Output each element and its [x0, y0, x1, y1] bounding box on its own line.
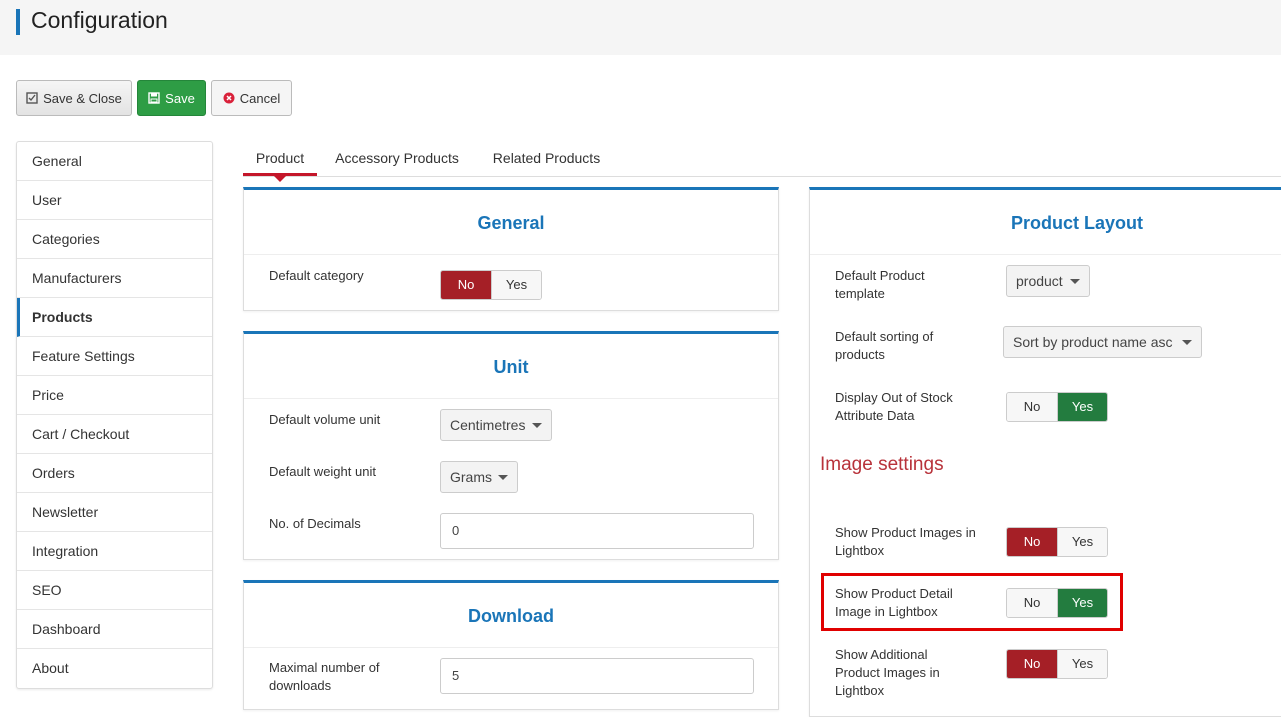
product-layout-panel: Product Layout Default Product template …	[809, 187, 1281, 717]
download-panel: Download Maximal number of downloads 5	[243, 580, 779, 710]
tab-bar: Product Accessory Products Related Produ…	[243, 140, 1281, 182]
save-close-icon	[26, 92, 38, 104]
weight-unit-select[interactable]: Grams	[440, 461, 518, 493]
unit-panel: Unit Default volume unit Centimetres Def…	[243, 331, 779, 560]
tab-product[interactable]: Product	[243, 140, 317, 182]
toggle-no-option[interactable]: No	[1007, 528, 1057, 556]
default-category-label: Default category	[269, 268, 364, 283]
sidebar-item-general[interactable]: General	[17, 142, 212, 181]
toggle-no-option[interactable]: No	[1007, 650, 1057, 678]
tab-related-products[interactable]: Related Products	[483, 140, 610, 176]
unit-panel-title: Unit	[493, 357, 529, 377]
general-panel: General Default category No Yes	[243, 187, 779, 311]
cancel-label: Cancel	[239, 90, 281, 106]
out-of-stock-label: Display Out of Stock Attribute Data	[835, 390, 953, 423]
chevron-down-icon	[498, 475, 508, 480]
sorting-value: Sort by product name asc	[1013, 334, 1173, 350]
volume-unit-value: Centimetres	[450, 417, 526, 433]
toggle-yes-option[interactable]: Yes	[1057, 528, 1107, 556]
panel-divider	[244, 647, 778, 648]
save-icon	[148, 92, 160, 104]
cancel-icon	[223, 92, 235, 104]
tab-accessory-products[interactable]: Accessory Products	[327, 140, 467, 176]
general-panel-title: General	[477, 213, 545, 233]
highlight-box	[821, 573, 1123, 631]
toggle-yes-option[interactable]: Yes	[1057, 393, 1107, 421]
weight-unit-label: Default weight unit	[269, 464, 376, 479]
save-close-button[interactable]: Save & Close	[16, 80, 132, 116]
save-button[interactable]: Save	[137, 80, 206, 116]
max-downloads-label: Maximal number of downloads	[269, 660, 380, 693]
sidebar-item-newsletter[interactable]: Newsletter	[17, 493, 212, 532]
max-downloads-input[interactable]: 5	[440, 658, 754, 694]
download-panel-title: Download	[468, 606, 554, 626]
decimals-input[interactable]: 0	[440, 513, 754, 549]
sidebar-item-about[interactable]: About	[17, 649, 212, 688]
sidebar-item-products[interactable]: Products	[17, 298, 212, 337]
chevron-down-icon	[1070, 279, 1080, 284]
lightbox-label: Show Product Images in Lightbox	[835, 525, 976, 558]
decimals-label: No. of Decimals	[269, 516, 361, 531]
chevron-down-icon	[532, 423, 542, 428]
save-label: Save	[165, 90, 195, 106]
product-template-select[interactable]: product	[1006, 265, 1090, 297]
additional-lightbox-label: Show Additional Product Images in Lightb…	[835, 647, 940, 698]
lightbox-toggle[interactable]: No Yes	[1006, 527, 1108, 557]
sidebar-item-user[interactable]: User	[17, 181, 212, 220]
title-accent-bar	[16, 9, 20, 35]
volume-unit-select[interactable]: Centimetres	[440, 409, 552, 441]
sidebar-item-cart-checkout[interactable]: Cart / Checkout	[17, 415, 212, 454]
sorting-select[interactable]: Sort by product name asc	[1003, 326, 1202, 358]
toggle-yes-option[interactable]: Yes	[1057, 650, 1107, 678]
save-close-label: Save & Close	[43, 90, 122, 106]
volume-unit-label: Default volume unit	[269, 412, 381, 427]
sidebar-item-seo[interactable]: SEO	[17, 571, 212, 610]
sorting-label: Default sorting of products	[835, 329, 934, 362]
page-header: Configuration	[0, 0, 1281, 55]
page-title: Configuration	[31, 7, 168, 33]
product-layout-panel-title: Product Layout	[1010, 213, 1143, 233]
sidebar-item-integration[interactable]: Integration	[17, 532, 212, 571]
toggle-yes-option[interactable]: Yes	[491, 271, 541, 299]
panel-divider	[244, 398, 778, 399]
panel-divider	[810, 254, 1281, 255]
panel-divider	[244, 254, 778, 255]
sidebar-nav: General User Categories Manufacturers Pr…	[16, 141, 213, 689]
sidebar-item-price[interactable]: Price	[17, 376, 212, 415]
chevron-down-icon	[1182, 340, 1192, 345]
toggle-no-option[interactable]: No	[1007, 393, 1057, 421]
sidebar-item-manufacturers[interactable]: Manufacturers	[17, 259, 212, 298]
sidebar-item-dashboard[interactable]: Dashboard	[17, 610, 212, 649]
image-settings-heading: Image settings	[820, 454, 944, 475]
cancel-button[interactable]: Cancel	[211, 80, 292, 116]
out-of-stock-toggle[interactable]: No Yes	[1006, 392, 1108, 422]
sidebar-item-orders[interactable]: Orders	[17, 454, 212, 493]
sidebar-item-categories[interactable]: Categories	[17, 220, 212, 259]
additional-lightbox-toggle[interactable]: No Yes	[1006, 649, 1108, 679]
default-category-toggle[interactable]: No Yes	[440, 270, 542, 300]
toggle-no-option[interactable]: No	[441, 271, 491, 299]
weight-unit-value: Grams	[450, 469, 492, 485]
sidebar-item-feature-settings[interactable]: Feature Settings	[17, 337, 212, 376]
product-template-value: product	[1016, 273, 1063, 289]
product-template-label: Default Product template	[835, 268, 925, 301]
